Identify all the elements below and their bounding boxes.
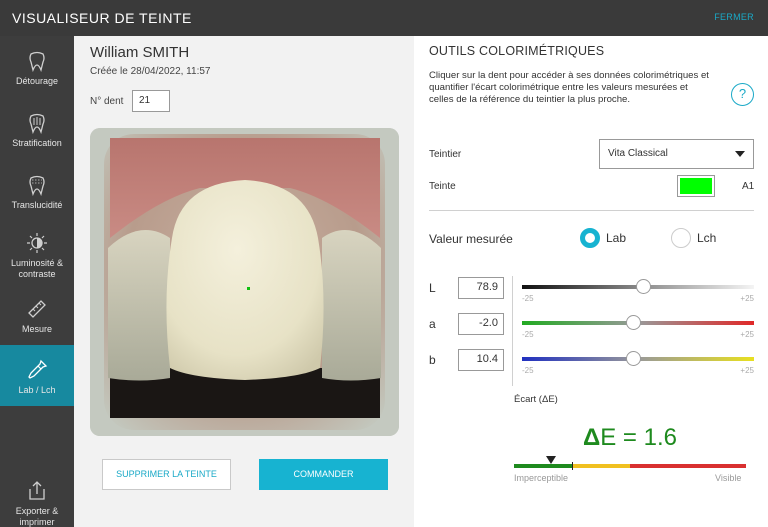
slider-max: +25 [740,330,754,339]
channel-b-label: b [429,353,436,367]
patient-name: William SMITH [90,44,190,61]
shade-swatch[interactable] [677,175,715,197]
tooth-translucency-icon [29,175,45,196]
sidebar-item-luminosite[interactable]: Luminosité & contraste [0,232,74,288]
ruler-icon [28,300,46,318]
shade-label: Teinte [429,181,456,192]
channel-a-label: a [429,317,436,331]
channel-l-label: L [429,281,436,295]
sidebar-item-lab-lch[interactable]: Lab / Lch [0,345,74,406]
radio-dot [580,228,600,248]
delta-e-value: ΔE = 1.6 [514,424,746,452]
delta-e-marker-icon [546,456,557,464]
slider-min: -25 [522,330,534,339]
export-icon [29,481,45,500]
slider-l[interactable]: -25 +25 [522,276,754,306]
sidebar-item-label: Translucidité [11,200,63,210]
tools-title: OUTILS COLORIMÉTRIQUES [429,44,605,58]
scale-high-label: Visible [715,473,742,483]
slider-min: -25 [522,294,534,303]
created-date: Créée le 28/04/2022, 11:57 [90,66,211,77]
delta-e-scale [514,464,746,468]
slider-min: -25 [522,366,534,375]
sidebar-item-stratification[interactable]: Stratification [0,112,74,160]
delta-e-tick [572,462,573,470]
radio-lab-label: Lab [606,231,627,245]
delta-text: E = 1.6 [600,424,677,451]
delta-e-label: Écart (ΔE) [514,394,558,405]
shade-name: A1 [742,181,755,192]
channel-a-input[interactable]: -2.0 [458,313,504,335]
tools-pane: OUTILS COLORIMÉTRIQUES Cliquer sur la de… [414,36,768,527]
slider-max: +25 [740,294,754,303]
tooth-number-field[interactable]: 21 [132,90,170,112]
pipette-icon [28,359,48,379]
shade-swatch-color [680,178,712,194]
slider-a[interactable]: -25 +25 [522,312,754,342]
sidebar-item-label: Stratification [12,138,62,148]
channel-l-input[interactable]: 78.9 [458,277,504,299]
brightness-icon [27,233,47,253]
chevron-down-icon [735,151,745,157]
radio-dot [671,228,691,248]
channel-b-input[interactable]: 10.4 [458,349,504,371]
export-label: Exporter & imprimer [15,506,59,527]
sidebar-item-label: Lab / Lch [18,385,56,395]
tooth-outline-icon [29,51,45,72]
sidebar-item-mesure[interactable]: Mesure [0,298,74,346]
delta-symbol: Δ [583,424,601,451]
tooth-number-label: N° dent [90,96,124,107]
app-title: VISUALISEUR DE TEINTE [12,10,192,26]
tooth-layers-icon [29,113,45,134]
sidebar: Détourage Stratification Translucidité L… [0,36,74,527]
slider-b[interactable]: -25 +25 [522,348,754,378]
slider-thumb[interactable] [626,315,642,330]
export-print-button[interactable]: Exporter & imprimer [0,480,74,527]
title-bar: VISUALISEUR DE TEINTE FERMER [0,0,768,36]
image-pane: William SMITH Créée le 28/04/2022, 11:57… [74,36,414,527]
shade-guide-label: Teintier [429,149,462,160]
delete-shade-button[interactable]: SUPPRIMER LA TEINTE [102,459,231,490]
slider-max: +25 [740,366,754,375]
tooth-photo-image [90,128,399,436]
measured-value-label: Valeur mesurée [429,232,513,246]
sidebar-item-label: Détourage [15,76,59,86]
order-button[interactable]: COMMANDER [259,459,388,490]
shade-guide-value: Vita Classical [608,148,668,159]
slider-thumb[interactable] [626,351,642,366]
close-button[interactable]: FERMER [714,12,754,22]
sidebar-item-label: Mesure [21,324,52,334]
sidebar-item-translucidite[interactable]: Translucidité [0,174,74,222]
slider-thumb[interactable] [635,279,651,294]
sidebar-item-label: Luminosité & contraste [10,258,64,279]
scale-low-label: Imperceptible [514,473,569,483]
tools-description: Cliquer sur la dent pour accéder à ses d… [429,70,709,105]
radio-lch-label: Lch [697,231,717,245]
channel-separator [512,276,513,386]
help-button[interactable]: ? [731,83,754,106]
sidebar-item-detourage[interactable]: Détourage [0,50,74,98]
divider [429,210,754,211]
tooth-photo[interactable] [90,128,399,436]
shade-guide-select[interactable]: Vita Classical [599,139,754,169]
